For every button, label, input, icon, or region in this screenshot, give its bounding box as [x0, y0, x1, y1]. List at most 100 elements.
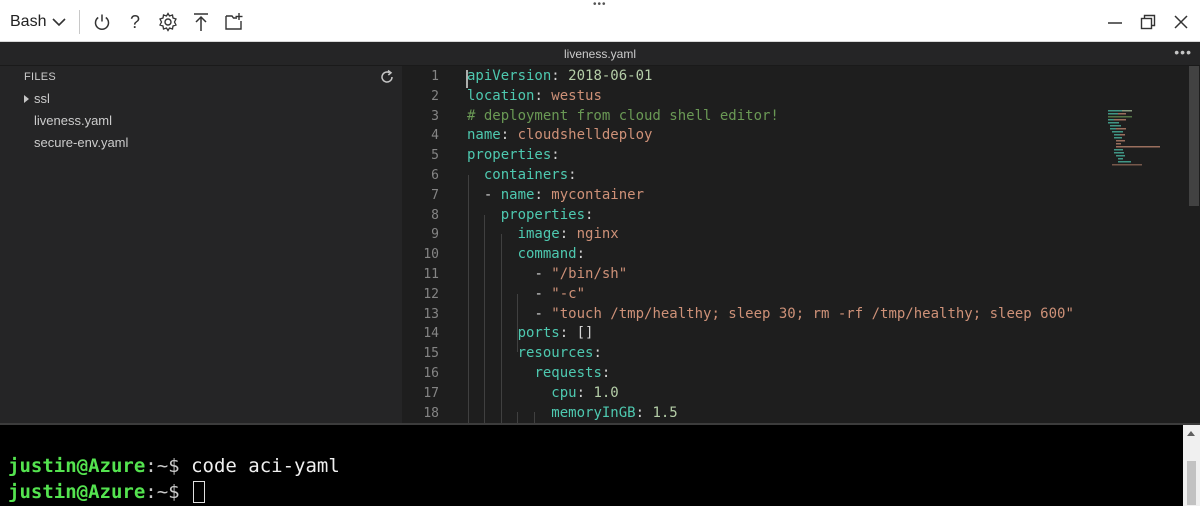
- refresh-icon[interactable]: [379, 69, 395, 85]
- prompt-path: :~: [145, 455, 169, 477]
- code-token: name: [500, 186, 535, 203]
- code-token: : []: [559, 325, 594, 342]
- settings-button[interactable]: [156, 10, 180, 34]
- line-number: 7: [431, 187, 439, 203]
- upload-icon: [194, 13, 208, 31]
- close-icon: [1174, 15, 1188, 29]
- folder-expand-icon[interactable]: [24, 95, 29, 103]
- code-token: cpu: [551, 384, 577, 401]
- code-line: 16 requests:: [402, 364, 1187, 384]
- code-text: - name: mycontainer: [467, 186, 644, 206]
- terminal[interactable]: justin@Azure:~$ code aci-yaml justin@Azu…: [0, 423, 1200, 506]
- code-line: 8 properties:: [402, 206, 1187, 226]
- code-text: - "touch /tmp/healthy; sleep 30; rm -rf …: [467, 305, 1074, 325]
- code-token: :: [576, 384, 594, 401]
- code-token: image: [517, 226, 560, 243]
- code-text: - "/bin/sh": [467, 265, 627, 285]
- explorer-item-secure-env-yaml[interactable]: secure-env.yaml: [34, 133, 128, 153]
- explorer-item-liveness-yaml[interactable]: liveness.yaml: [34, 111, 112, 131]
- chevron-down-icon: [52, 18, 67, 27]
- line-number: 2: [431, 88, 439, 104]
- text-cursor: [466, 70, 468, 88]
- gear-icon: [159, 12, 177, 32]
- code-editor: liveness.yaml ••• FILES ssl liveness.yam…: [0, 42, 1200, 423]
- code-token: "touch /tmp/healthy; sleep 30; rm -rf /t…: [551, 305, 1074, 322]
- terminal-scrollbar-thumb[interactable]: [1187, 461, 1196, 505]
- code-text: image: nginx: [467, 225, 619, 245]
- line-number: 11: [423, 267, 439, 282]
- code-token: requests: [534, 365, 602, 381]
- code-token: location: [467, 87, 535, 104]
- shell-selector[interactable]: Bash: [4, 9, 72, 35]
- explorer-item-ssl[interactable]: ssl: [34, 89, 50, 109]
- code-text: resources:: [467, 344, 602, 364]
- code-token: "/bin/sh": [551, 266, 628, 282]
- code-token: name: [467, 127, 501, 144]
- code-token: -: [483, 186, 501, 203]
- code-token: # deployment from cloud shell editor!: [467, 107, 779, 124]
- scroll-up-icon[interactable]: [1187, 431, 1195, 436]
- open-editor-button[interactable]: [222, 10, 246, 34]
- code-token: -: [534, 266, 552, 282]
- code-text: apiVersion: 2018-06-01: [467, 67, 652, 87]
- code-line: 11 - "/bin/sh": [402, 265, 1187, 285]
- code-token: mycontainer: [551, 186, 645, 203]
- minimap[interactable]: [1108, 110, 1188, 170]
- line-number: 10: [423, 247, 439, 263]
- code-line: 7 - name: mycontainer: [402, 186, 1187, 206]
- line-number: 6: [431, 168, 439, 183]
- code-pane[interactable]: 1 apiVersion: 2018-06-01 2 location: westus…: [402, 66, 1187, 423]
- line-number: 3: [431, 108, 439, 124]
- editor-file-title: liveness.yaml: [563, 47, 637, 61]
- power-icon: [94, 14, 110, 31]
- close-button[interactable]: [1167, 10, 1195, 34]
- code-token: resources: [517, 345, 594, 362]
- code-token: memoryInGB: [551, 404, 636, 421]
- editor-scrollbar[interactable]: [1187, 66, 1200, 423]
- terminal-line: justin@Azure:~$: [8, 480, 206, 504]
- code-line: 17 cpu: 1.0: [402, 384, 1187, 404]
- code-line: 10 command:: [402, 245, 1187, 265]
- code-text: name: cloudshelldeploy: [467, 126, 652, 146]
- line-number: 12: [423, 286, 439, 302]
- line-number: 16: [423, 366, 439, 381]
- code-token: 1.5: [652, 404, 678, 421]
- file-explorer: FILES ssl liveness.yaml secure-env.yaml: [0, 66, 402, 423]
- open-editor-icon: [225, 13, 243, 30]
- editor-scrollbar-thumb[interactable]: [1189, 66, 1199, 206]
- code-token: :: [593, 345, 602, 362]
- code-text: containers:: [467, 166, 577, 186]
- line-number: 8: [431, 207, 439, 223]
- code-line: 14 ports: []: [402, 324, 1187, 344]
- code-token: 2018-06-01: [568, 68, 653, 84]
- prompt-user: justin@Azure: [8, 481, 146, 503]
- code-token: :: [551, 147, 560, 164]
- code-token: :: [551, 68, 569, 84]
- code-token: 1.0: [593, 384, 619, 401]
- terminal-cursor: [193, 481, 206, 503]
- code-token: :: [500, 127, 518, 144]
- terminal-scrollbar[interactable]: [1183, 425, 1200, 506]
- code-line: 5 properties:: [402, 146, 1187, 166]
- code-token: -: [534, 305, 552, 322]
- help-button[interactable]: ?: [123, 10, 147, 34]
- code-line: 2 location: westus: [402, 87, 1187, 107]
- line-number: 9: [431, 227, 439, 243]
- maximize-button[interactable]: [1134, 10, 1162, 34]
- code-text: requests:: [467, 364, 610, 384]
- restart-button[interactable]: [90, 10, 114, 34]
- more-actions-icon[interactable]: •••: [1174, 44, 1192, 60]
- code-line: 12 - "-c": [402, 285, 1187, 305]
- upload-button[interactable]: [189, 10, 213, 34]
- code-text: ports: []: [467, 324, 594, 344]
- line-number: 5: [431, 148, 439, 164]
- code-line: 15 resources:: [402, 344, 1187, 364]
- code-line: 1 apiVersion: 2018-06-01: [402, 67, 1187, 87]
- prompt-symbol: $: [168, 481, 192, 503]
- terminal-command: code aci-yaml: [191, 455, 340, 477]
- code-token: :: [585, 206, 594, 223]
- code-token: nginx: [576, 226, 619, 243]
- minimize-button[interactable]: [1101, 10, 1129, 34]
- code-token: apiVersion: [467, 68, 552, 84]
- drag-handle-icon[interactable]: •••: [593, 0, 607, 10]
